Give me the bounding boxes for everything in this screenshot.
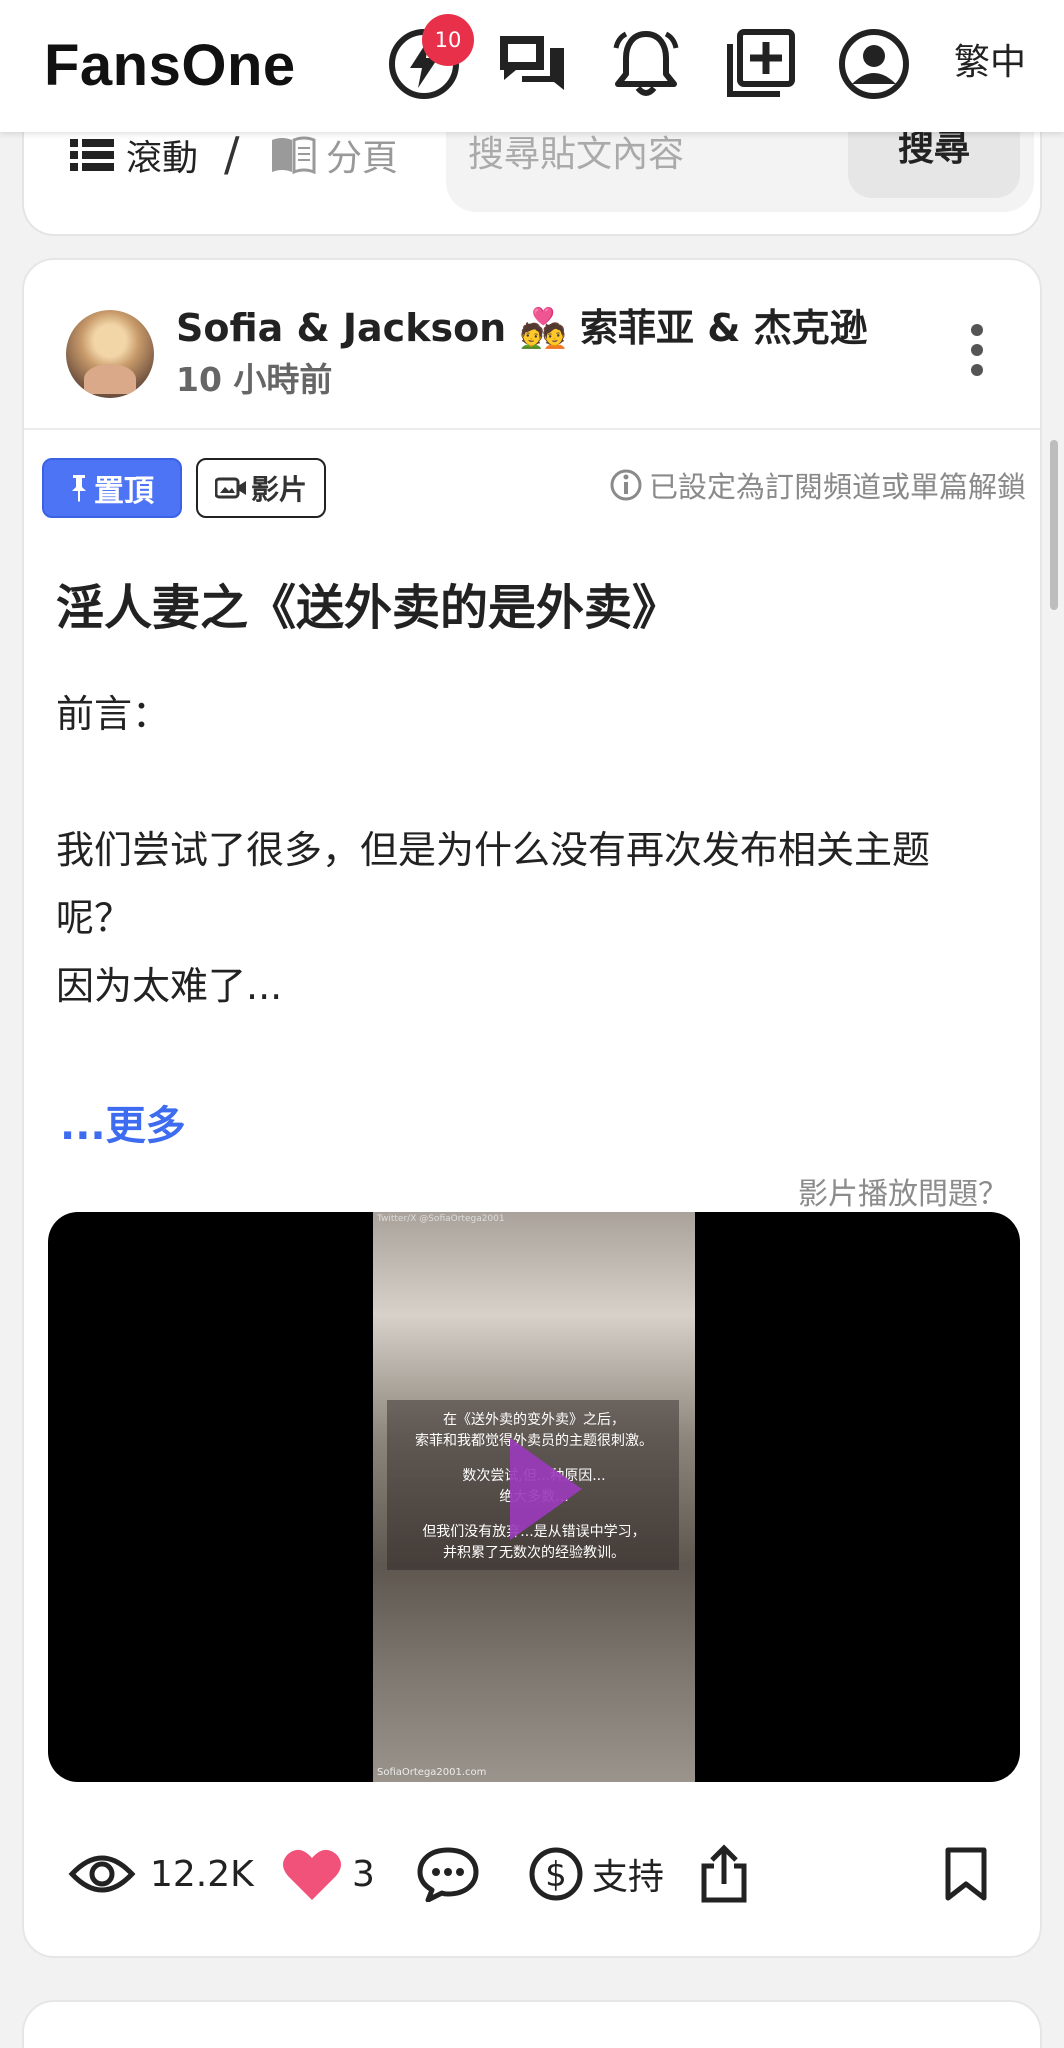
book-icon	[272, 136, 316, 174]
top-header: FansOne 10 繁中	[0, 0, 1064, 132]
support-button[interactable]: $ 支持	[528, 1834, 664, 1914]
video-top-caption: Twitter/X @SofiaOrtega2001	[377, 1214, 505, 1224]
post-body-line: 前言：	[56, 692, 171, 736]
post-body: 前言： 我们尝试了很多，但是为什么没有再次发布相关主题 呢？ 因为太难了...	[56, 680, 1036, 1020]
next-post-card	[22, 2000, 1042, 2048]
post-time: 10 小時前	[176, 360, 333, 399]
share-button[interactable]	[698, 1834, 750, 1914]
author-name[interactable]: Sofia & Jackson 💑 索菲亚 & 杰克逊	[176, 302, 868, 354]
post-actions: 12.2K 3 $ 支持	[24, 1834, 1040, 1914]
share-icon	[701, 1844, 747, 1903]
page-mode-toggle[interactable]: 分頁	[270, 130, 398, 180]
mode-separator: /	[224, 127, 240, 181]
chat-icon[interactable]	[494, 26, 570, 102]
notification-count-badge: 10	[422, 14, 474, 66]
views-count: 12.2K	[68, 1834, 254, 1914]
eye-icon	[68, 1855, 136, 1893]
video-bottom-caption: SofiaOrtega2001.com	[377, 1767, 487, 1778]
scroll-mode-label: 滾動	[126, 138, 199, 179]
post-body-line: 呢？	[56, 896, 133, 940]
post-title: 淫人妻之《送外卖的是外卖》	[56, 580, 681, 636]
add-post-icon[interactable]	[722, 26, 798, 102]
read-more-link[interactable]: ...更多	[60, 1098, 186, 1154]
scrollbar[interactable]	[1050, 440, 1058, 610]
support-label: 支持	[592, 1857, 665, 1898]
post-body-line	[56, 748, 1036, 816]
views-value: 12.2K	[150, 1853, 254, 1895]
like-button[interactable]: 3	[282, 1834, 375, 1914]
subscription-note: 已設定為訂閱頻道或單篇解鎖	[609, 464, 1026, 506]
scroll-mode-toggle[interactable]: 滾動	[70, 130, 198, 180]
dollar-icon: $	[529, 1847, 583, 1901]
comment-icon	[417, 1847, 479, 1902]
author-avatar[interactable]	[66, 310, 154, 398]
info-icon	[610, 469, 642, 501]
heart-icon	[283, 1849, 341, 1900]
video-tag-label: 影片	[250, 473, 307, 506]
list-icon	[70, 139, 114, 171]
bell-icon[interactable]	[608, 26, 684, 102]
likes-value: 3	[352, 1853, 375, 1895]
account-icon[interactable]	[836, 26, 912, 102]
app-logo[interactable]: FansOne	[44, 28, 296, 104]
pin-icon	[72, 475, 86, 502]
play-icon[interactable]	[506, 1434, 586, 1544]
subscription-note-text: 已設定為訂閱頻道或單篇解鎖	[648, 470, 1026, 504]
overlay-line: 在《送外卖的变外卖》之后，	[443, 1412, 625, 1428]
video-camera-icon	[214, 477, 246, 499]
video-player[interactable]: Twitter/X @SofiaOrtega2001 在《送外卖的变外卖》之后，…	[48, 1212, 1020, 1782]
comment-button[interactable]	[416, 1834, 480, 1914]
post-body-line: 因为太难了...	[56, 964, 283, 1008]
pinned-tag: 置頂	[42, 458, 182, 518]
post-body-line: 我们尝试了很多，但是为什么没有再次发布相关主题	[56, 828, 931, 872]
language-switch[interactable]: 繁中	[954, 36, 1026, 90]
post-header-divider	[24, 428, 1040, 430]
bookmark-icon	[945, 1847, 987, 1901]
page-mode-label: 分頁	[326, 138, 399, 179]
svg-text:$: $	[545, 1855, 567, 1895]
bookmark-button[interactable]	[944, 1834, 988, 1914]
overlay-line: 并积累了无数次的经验教训。	[443, 1545, 625, 1561]
post-card: Sofia & Jackson 💑 索菲亚 & 杰克逊 10 小時前 置頂 影片…	[22, 258, 1042, 1958]
video-tag: 影片	[196, 458, 326, 518]
pinned-tag-label: 置頂	[94, 474, 154, 509]
more-options-icon[interactable]	[970, 322, 984, 378]
